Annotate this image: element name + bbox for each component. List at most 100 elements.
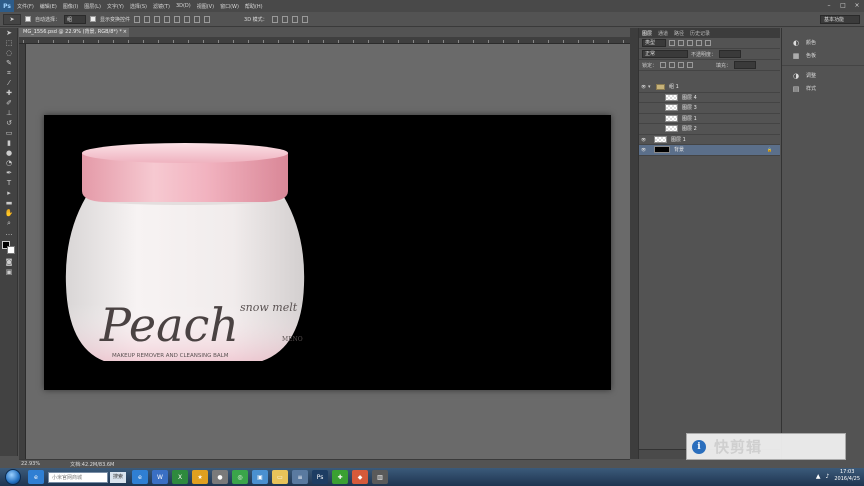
3d-rotate-icon[interactable] [271, 15, 278, 23]
eyedropper-icon[interactable]: ⁄ [3, 79, 15, 88]
filter-shape-icon[interactable] [696, 40, 702, 46]
menu-item-6[interactable]: 滤镜(T) [150, 3, 173, 10]
layer-row[interactable]: 图层 3 [639, 103, 780, 114]
taskbar-search-button[interactable]: 搜索 [110, 471, 127, 483]
3d-slide-icon[interactable] [301, 15, 308, 23]
taskbar-app-icon[interactable]: e [132, 470, 149, 484]
menu-item-9[interactable]: 窗口(W) [217, 3, 242, 10]
filter-smart-icon[interactable] [705, 40, 711, 46]
document-tab[interactable]: MG_1556.psd @ 22.9% (背景, RGB/8*) * × [19, 28, 129, 37]
quick-select-icon[interactable]: ✎ [3, 59, 15, 68]
clock[interactable]: 17:03 2016/4/25 [834, 469, 860, 483]
auto-select-dropdown[interactable]: 组 [64, 14, 87, 24]
zoom-level[interactable]: 22.93% [21, 461, 40, 467]
taskbar-app-icon[interactable]: ✚ [332, 470, 349, 484]
align-middle-icon[interactable] [144, 15, 151, 23]
panel-swatches[interactable]: ▦ 色板 [782, 49, 864, 62]
lock-all-icon[interactable] [687, 62, 694, 68]
taskbar-app-icon[interactable]: ★ [192, 470, 209, 484]
menu-item-4[interactable]: 文字(Y) [104, 3, 127, 10]
lock-position-icon[interactable] [678, 62, 685, 68]
tab-history[interactable]: 历史记录 [690, 30, 710, 37]
visibility-eye-icon[interactable]: 👁 [639, 147, 648, 152]
align-center-icon[interactable] [174, 15, 181, 23]
move-tool-icon[interactable]: ➤ [3, 13, 21, 25]
color-swatches[interactable] [2, 241, 16, 255]
tab-channels[interactable]: 通道 [658, 30, 668, 37]
3d-pan-icon[interactable] [291, 15, 298, 23]
healing-brush-icon[interactable]: ✚ [3, 89, 15, 98]
layer-kind-filter[interactable]: 类型 [642, 39, 666, 47]
menu-item-3[interactable]: 图层(L) [81, 3, 104, 10]
panel-styles[interactable]: ▤ 样式 [782, 82, 864, 95]
taskbar-app-icon[interactable]: ◆ [352, 470, 369, 484]
crop-tool-icon[interactable]: ⌗ [3, 69, 15, 78]
auto-select-checkbox[interactable] [25, 16, 31, 22]
filter-type-icon[interactable] [687, 40, 693, 46]
align-top-icon[interactable] [134, 15, 141, 23]
taskbar-app-icon[interactable]: ▣ [252, 470, 269, 484]
clone-stamp-icon[interactable]: ⊥ [3, 109, 15, 118]
taskbar-app-icon[interactable]: ▥ [372, 470, 389, 484]
marquee-tool-icon[interactable]: ⬚ [3, 39, 15, 48]
taskbar-app-icon[interactable]: X [172, 470, 189, 484]
lock-pixels-icon[interactable] [669, 62, 676, 68]
taskbar-app-icon[interactable]: W [152, 470, 169, 484]
panel-adjustments[interactable]: ◑ 调整 [782, 69, 864, 82]
dodge-tool-icon[interactable]: ◔ [3, 159, 15, 168]
layer-row[interactable]: 图层 2 [639, 124, 780, 135]
taskbar-app-icon[interactable]: ◎ [232, 470, 249, 484]
lock-transparent-icon[interactable] [660, 62, 667, 68]
minimize-button[interactable]: – [824, 1, 834, 10]
volume-icon[interactable]: ♪ [826, 473, 830, 480]
layer-row[interactable]: 👁 图层 1 [639, 134, 780, 145]
opacity-input[interactable] [719, 50, 742, 58]
network-icon[interactable]: ▲ [816, 473, 821, 480]
group-expand-icon[interactable]: ▾ [648, 84, 656, 90]
menu-item-10[interactable]: 帮助(H) [242, 3, 266, 10]
more-tools-icon[interactable]: … [3, 229, 15, 238]
screen-mode-icon[interactable]: ▣ [3, 268, 15, 277]
panel-color[interactable]: ◐ 颜色 [782, 36, 864, 49]
menu-item-2[interactable]: 图像(I) [60, 3, 81, 10]
taskbar-app-icon[interactable]: ▭ [272, 470, 289, 484]
eraser-icon[interactable]: ▭ [3, 129, 15, 138]
blend-mode-dropdown[interactable]: 正常 [642, 50, 688, 58]
tab-paths[interactable]: 路径 [674, 30, 684, 37]
browser-app-icon[interactable]: e [28, 470, 44, 484]
menu-item-0[interactable]: 文件(F) [14, 3, 37, 10]
gradient-tool-icon[interactable]: ▮ [3, 139, 15, 148]
blur-tool-icon[interactable]: ● [3, 149, 15, 158]
menu-item-1[interactable]: 编辑(E) [37, 3, 60, 10]
layer-row[interactable]: 👁 ▾ 组 1 [639, 82, 780, 93]
taskbar-search-input[interactable]: 小米官网商城 [48, 471, 108, 483]
close-button[interactable]: × [852, 1, 862, 10]
menu-item-5[interactable]: 选择(S) [127, 3, 150, 10]
filter-adjust-icon[interactable] [678, 40, 684, 46]
menu-item-8[interactable]: 视图(V) [194, 3, 217, 10]
quick-mask-icon[interactable]: ◙ [3, 258, 15, 267]
brush-tool-icon[interactable]: ✐ [3, 99, 15, 108]
taskbar-app-icon[interactable]: ● [212, 470, 229, 484]
canvas[interactable]: Peach snow melt MAKEUP REMOVER AND CLEAN… [44, 115, 611, 390]
filter-pixel-icon[interactable] [669, 40, 675, 46]
distribute-h-icon[interactable] [204, 15, 211, 23]
workspace-dropdown[interactable]: 基本功能 [820, 15, 860, 24]
taskbar-app-icon[interactable]: ≡ [292, 470, 309, 484]
taskbar-app-icon[interactable]: Ps [312, 470, 329, 484]
lasso-tool-icon[interactable]: ◌ [3, 49, 15, 58]
history-brush-icon[interactable]: ↺ [3, 119, 15, 128]
background-color[interactable] [7, 246, 15, 254]
align-bottom-icon[interactable] [154, 15, 161, 23]
tab-layers[interactable]: 图层 [642, 30, 652, 37]
start-button[interactable] [5, 469, 21, 485]
visibility-eye-icon[interactable]: 👁 [639, 84, 648, 89]
align-left-icon[interactable] [164, 15, 171, 23]
type-tool-icon[interactable]: T [3, 179, 15, 188]
menu-item-7[interactable]: 3D(D) [173, 3, 194, 10]
align-right-icon[interactable] [184, 15, 191, 23]
pen-tool-icon[interactable]: ✒ [3, 169, 15, 178]
zoom-tool-icon[interactable]: ⌕ [3, 219, 15, 228]
layer-row[interactable]: 图层 4 [639, 92, 780, 103]
layer-row[interactable]: 👁 背景 🔒 [639, 145, 780, 156]
